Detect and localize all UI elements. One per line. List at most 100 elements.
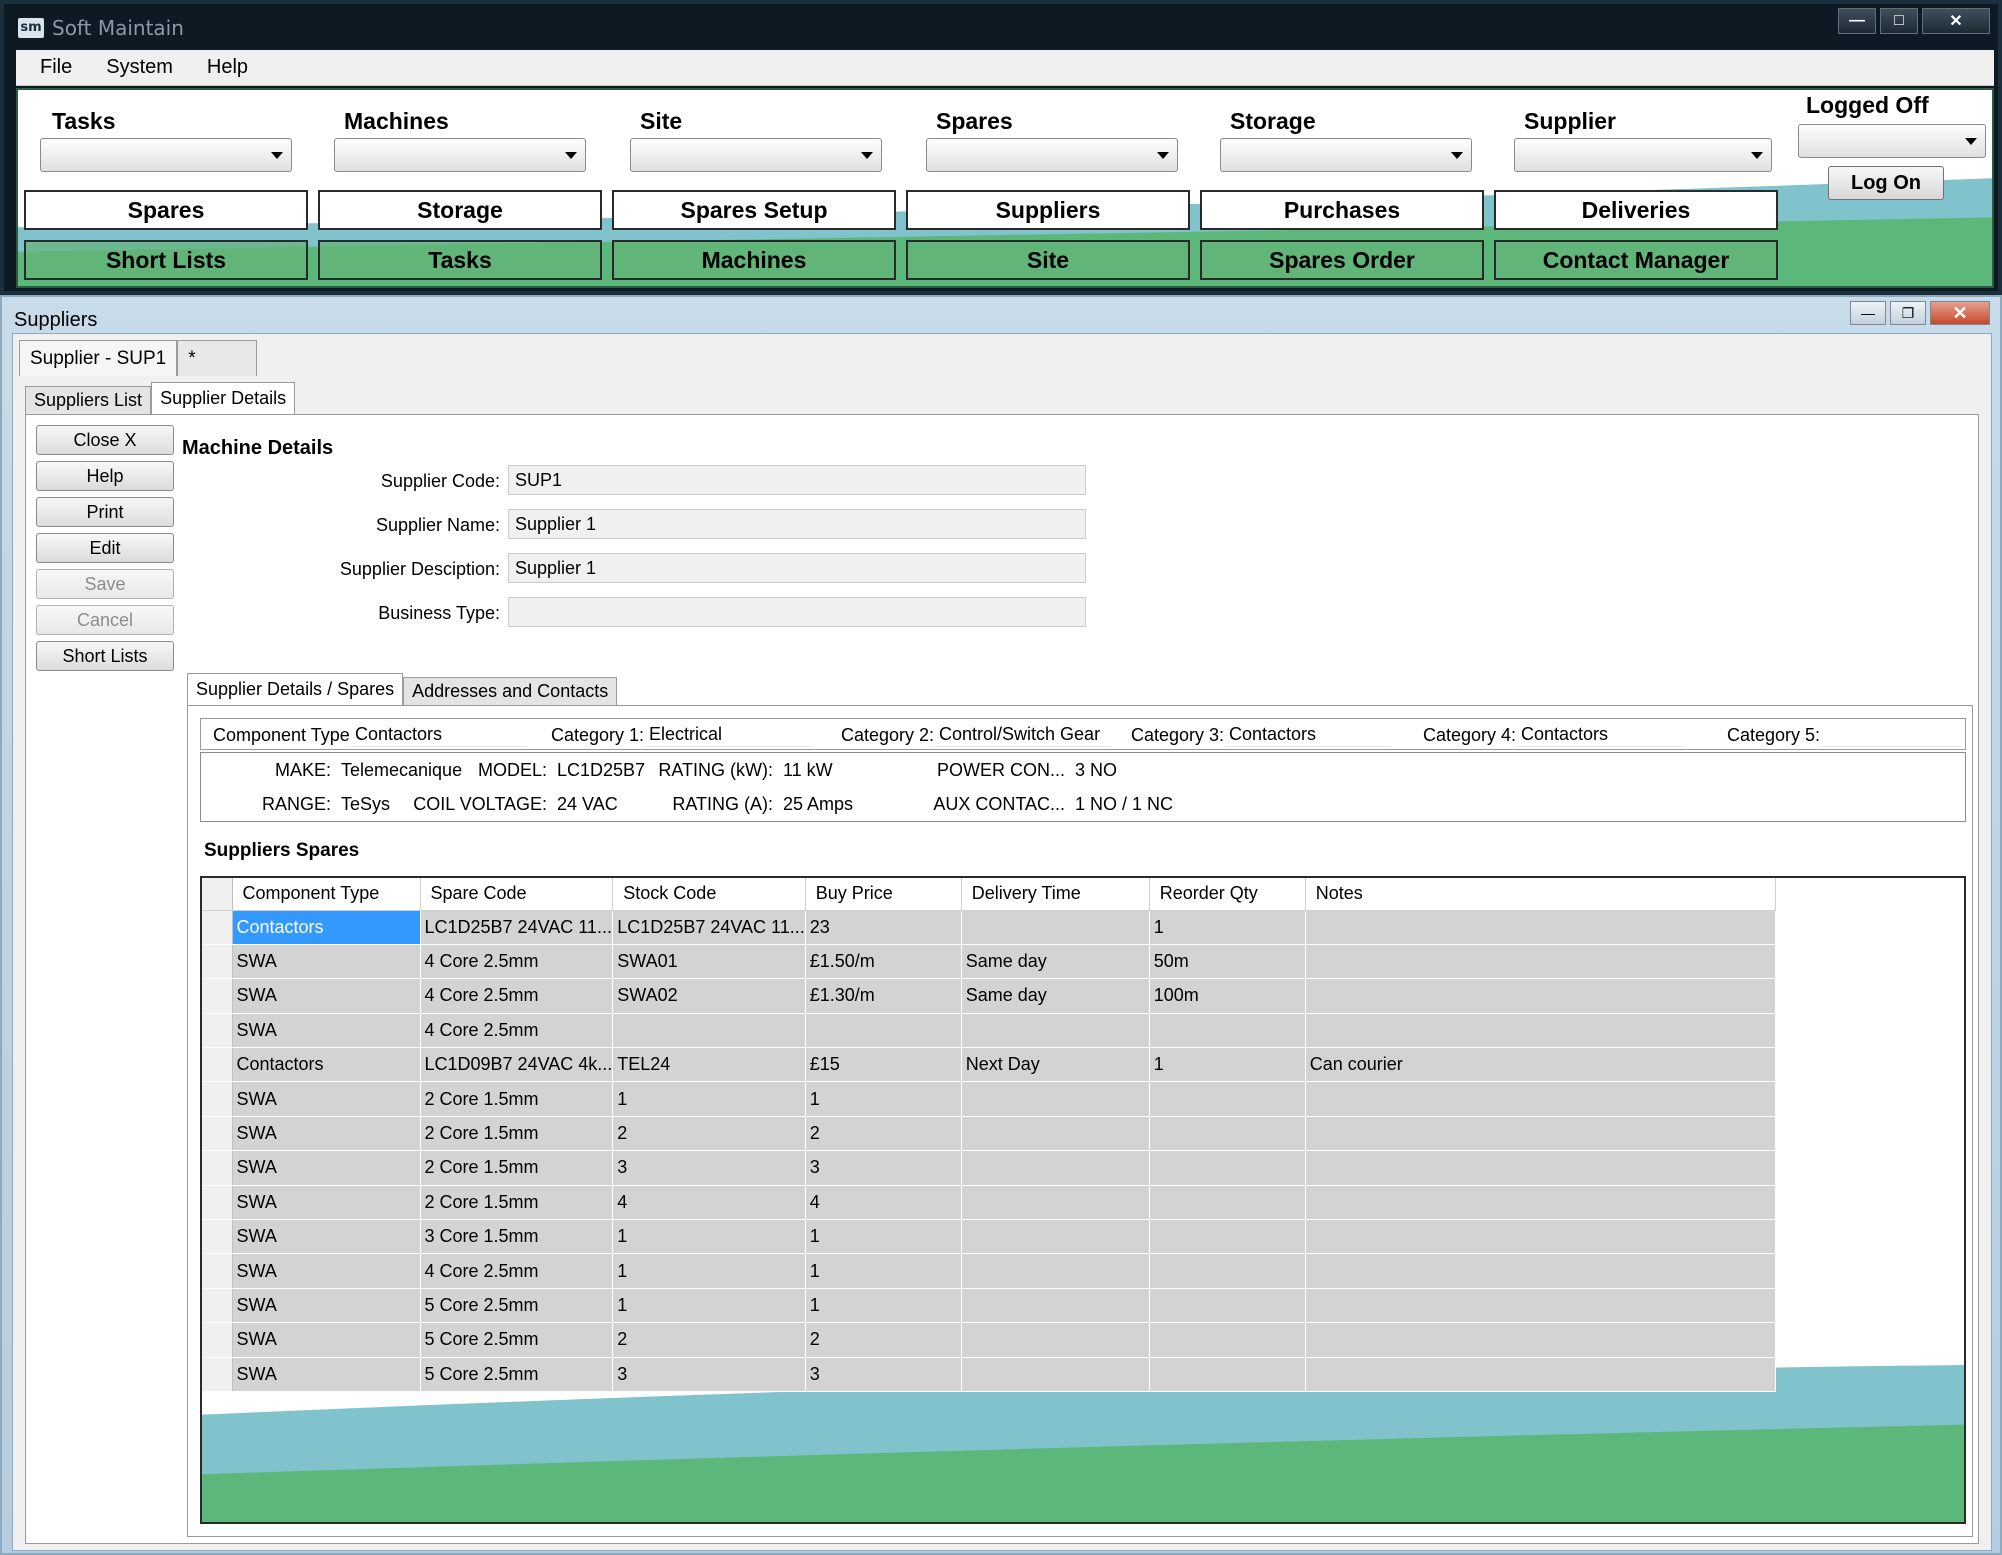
supplier-code-field[interactable]: SUP1 [508,465,1086,495]
category-3-value[interactable]: Contactors [1225,721,1391,747]
cell-stock-code[interactable]: 1 [612,1253,806,1289]
cell-notes[interactable] [1305,1219,1776,1255]
cell-component-type[interactable]: SWA [232,1013,421,1049]
purchases-button[interactable]: Purchases [1200,190,1484,230]
close-icon[interactable]: ✕ [1930,301,1990,325]
category-2-value[interactable]: Control/Switch Gear [935,721,1111,747]
cell-reorder-qty[interactable]: 50m [1149,944,1306,980]
cell-component-type[interactable]: SWA [232,978,421,1014]
col-notes[interactable]: Notes [1305,878,1776,911]
row-header[interactable] [202,1185,233,1221]
table-row[interactable]: SWA 2 Core 1.5mm 4 4 [202,1185,1776,1221]
cell-component-type[interactable]: SWA [232,1288,421,1324]
cell-stock-code[interactable]: 1 [612,1081,806,1117]
table-row[interactable]: Contactors LC1D09B7 24VAC 4k... TEL24 £15 Ne… [202,1047,1776,1083]
cell-spare-code[interactable]: 5 Core 2.5mm [420,1288,614,1324]
cell-stock-code[interactable]: 2 [612,1322,806,1358]
cell-notes[interactable] [1305,978,1776,1014]
supplier-combo[interactable] [1514,138,1772,172]
cell-component-type[interactable]: SWA [232,1081,421,1117]
row-header[interactable] [202,1013,233,1049]
cell-buy-price[interactable]: 3 [805,1150,962,1186]
cell-reorder-qty[interactable]: 100m [1149,978,1306,1014]
cell-component-type[interactable]: SWA [232,944,421,980]
cell-component-type[interactable]: SWA [232,1219,421,1255]
cell-buy-price[interactable]: 2 [805,1116,962,1152]
cell-delivery-time[interactable]: Same day [961,978,1150,1014]
table-row[interactable]: SWA 2 Core 1.5mm 1 1 [202,1081,1776,1117]
cell-spare-code[interactable]: 4 Core 2.5mm [420,978,614,1014]
cell-spare-code[interactable]: 4 Core 2.5mm [420,1253,614,1289]
storage-combo[interactable] [1220,138,1472,172]
tasks-button[interactable]: Tasks [318,240,602,280]
tab-supplier-sup1[interactable]: Supplier - SUP1 [19,340,178,376]
row-header[interactable] [202,978,233,1014]
cell-component-type[interactable]: Contactors [232,1047,421,1083]
cell-spare-code[interactable]: 2 Core 1.5mm [420,1185,614,1221]
menu-help[interactable]: Help [207,56,248,79]
cell-reorder-qty[interactable]: 1 [1149,1047,1306,1083]
menu-file[interactable]: File [40,56,72,79]
category-5-value[interactable] [1821,721,1961,747]
tab-supplier-details[interactable]: Supplier Details [151,382,296,414]
cell-buy-price[interactable]: 3 [805,1357,962,1392]
cell-reorder-qty[interactable] [1149,1253,1306,1289]
cell-notes[interactable] [1305,1150,1776,1186]
row-header[interactable] [202,1288,233,1324]
tab-addresses-contacts[interactable]: Addresses and Contacts [403,677,618,705]
close-button[interactable]: Close X [36,425,174,455]
cell-stock-code[interactable]: LC1D25B7 24VAC 11... [612,910,806,945]
cell-notes[interactable] [1305,1116,1776,1152]
cell-notes[interactable] [1305,1013,1776,1049]
component-type-value[interactable]: Contactors [351,721,527,747]
site-button[interactable]: Site [906,240,1190,280]
col-delivery-time[interactable]: Delivery Time [961,878,1150,911]
cell-delivery-time[interactable] [961,1322,1150,1358]
cell-stock-code[interactable]: SWA02 [612,978,806,1014]
col-reorder-qty[interactable]: Reorder Qty [1149,878,1306,911]
suppliers-button[interactable]: Suppliers [906,190,1190,230]
cell-notes[interactable] [1305,910,1776,945]
storage-button[interactable]: Storage [318,190,602,230]
cell-component-type[interactable]: SWA [232,1150,421,1186]
cell-stock-code[interactable]: 2 [612,1116,806,1152]
table-row[interactable]: SWA 5 Core 2.5mm 3 3 [202,1357,1776,1392]
cell-component-type[interactable]: Contactors [232,910,421,945]
cell-stock-code[interactable]: 1 [612,1219,806,1255]
table-row[interactable]: SWA 4 Core 2.5mm 1 1 [202,1253,1776,1289]
cell-stock-code[interactable]: TEL24 [612,1047,806,1083]
log-on-button[interactable]: Log On [1828,166,1944,200]
tasks-combo[interactable] [40,138,292,172]
cell-spare-code[interactable]: 3 Core 1.5mm [420,1219,614,1255]
cell-spare-code[interactable]: 2 Core 1.5mm [420,1081,614,1117]
table-row[interactable]: Contactors LC1D25B7 24VAC 11... LC1D25B7 2… [202,910,1776,945]
tab-supplier-details-spares[interactable]: Supplier Details / Spares [187,673,404,705]
supplier-name-field[interactable]: Supplier 1 [508,509,1086,539]
row-header[interactable] [202,1081,233,1117]
cell-delivery-time[interactable]: Next Day [961,1047,1150,1083]
cell-stock-code[interactable]: SWA01 [612,944,806,980]
row-header[interactable] [202,1357,233,1392]
row-header[interactable] [202,1322,233,1358]
col-component-type[interactable]: Component Type [232,878,421,911]
cell-reorder-qty[interactable] [1149,1219,1306,1255]
cell-spare-code[interactable]: 5 Core 2.5mm [420,1357,614,1392]
cell-delivery-time[interactable] [961,1081,1150,1117]
spares-order-button[interactable]: Spares Order [1200,240,1484,280]
cell-component-type[interactable]: SWA [232,1322,421,1358]
cell-spare-code[interactable]: 5 Core 2.5mm [420,1322,614,1358]
cell-stock-code[interactable] [612,1013,806,1049]
col-buy-price[interactable]: Buy Price [805,878,962,911]
cell-buy-price[interactable]: £1.30/m [805,978,962,1014]
table-row[interactable]: SWA 4 Core 2.5mm [202,1013,1776,1049]
cell-buy-price[interactable]: 23 [805,910,962,945]
machines-button[interactable]: Machines [612,240,896,280]
cell-notes[interactable] [1305,944,1776,980]
machines-combo[interactable] [334,138,586,172]
cell-notes[interactable] [1305,1322,1776,1358]
close-icon[interactable]: ✕ [1922,8,1990,34]
cell-component-type[interactable]: SWA [232,1253,421,1289]
save-button[interactable]: Save [36,569,174,599]
row-header[interactable] [202,910,233,945]
cell-buy-price[interactable]: 1 [805,1288,962,1324]
